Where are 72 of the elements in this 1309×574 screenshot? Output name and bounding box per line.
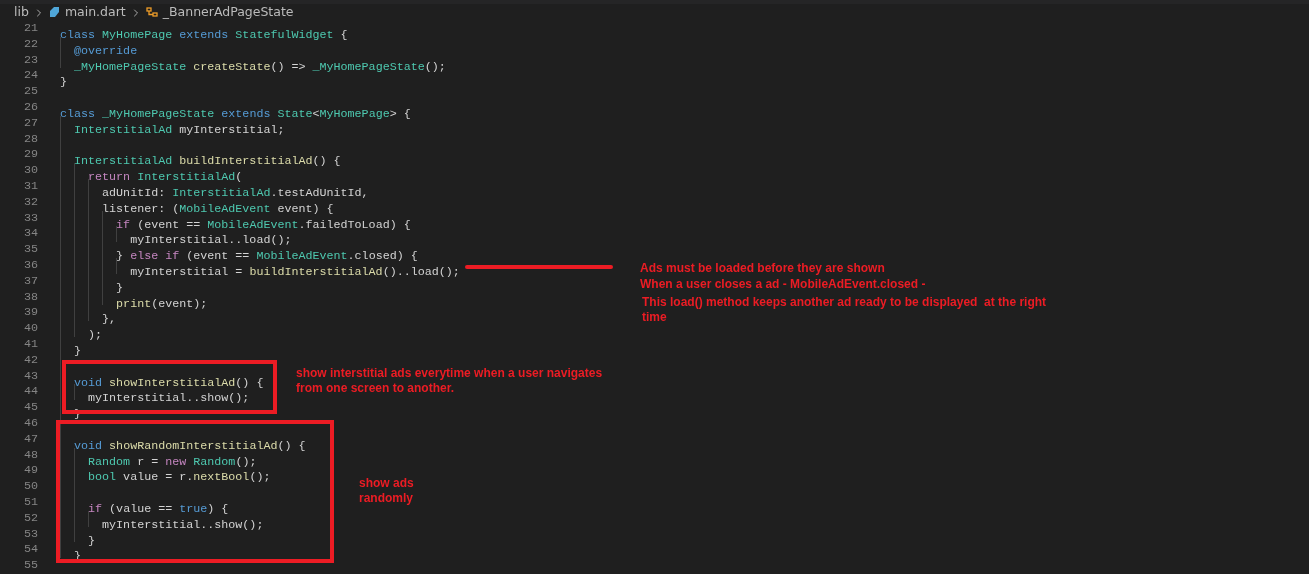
line-number: 38	[23, 289, 38, 306]
code-line: myInterstitial..load();	[129, 233, 292, 248]
line-number: 49	[23, 463, 38, 480]
line-number: 40	[23, 321, 38, 337]
code-line: if (value == true) {	[87, 501, 229, 516]
line-number: 37	[23, 273, 38, 290]
line-number: 42	[23, 352, 38, 369]
line-number: 44	[23, 384, 38, 401]
annotation-note: When a user closes a ad - MobileAdEvent.closed -	[640, 277, 926, 292]
line-number: 31	[23, 178, 38, 195]
breadcrumb-folder[interactable]: lib	[14, 3, 29, 22]
code-line: class _MyHomePageState extends State<MyHomePage> {	[60, 107, 411, 121]
code-line: myInterstitial..show();	[87, 391, 250, 406]
code-line: if (event == MobileAdEvent.failedToLoad) {	[115, 217, 411, 232]
line-number: 39	[23, 305, 38, 322]
line-number: 43	[23, 368, 38, 385]
line-number: 26	[23, 100, 38, 116]
code-line: void showRandomInterstitialAd() {	[73, 438, 306, 453]
line-number: 25	[23, 84, 38, 100]
line-number: 34	[23, 226, 38, 243]
code-line: } else if (event == MobileAdEvent.closed) {	[115, 249, 418, 264]
code-line: _MyHomePageState createState() => _MyHomePageState();	[73, 59, 446, 74]
line-number: 51	[23, 494, 38, 511]
line-number: 52	[23, 510, 38, 527]
code-line: InterstitialAd myInterstitial;	[73, 122, 285, 137]
code-line: @override	[73, 43, 138, 58]
annotation-note: show interstitial ads everytime when a user navigates from one screen to another.	[296, 366, 604, 396]
code-line: myInterstitial = buildInterstitialAd()..load();	[129, 264, 460, 279]
code-line: Random r = new Random();	[87, 454, 257, 469]
annotation-note: show ads randomly	[359, 476, 415, 506]
annotation-note: This load() method keeps another ad ready to be displayed at the right time	[642, 295, 1048, 325]
code-line: myInterstitial..show();	[101, 517, 264, 532]
line-number: 30	[23, 163, 38, 179]
line-number: 22	[23, 36, 38, 53]
breadcrumb-file[interactable]: main.dart	[64, 3, 126, 22]
line-number: 48	[23, 447, 38, 464]
code-line: InterstitialAd buildInterstitialAd() {	[73, 154, 341, 169]
line-number: 36	[23, 257, 38, 274]
code-line: listener: (MobileAdEvent event) {	[101, 201, 334, 216]
line-number: 27	[23, 115, 38, 132]
line-number: 35	[23, 242, 38, 258]
line-number: 32	[23, 194, 38, 211]
line-number: 45	[23, 400, 38, 416]
code-line: },	[101, 312, 117, 327]
line-number: 46	[23, 415, 38, 432]
line-number: 54	[23, 542, 38, 559]
line-number: 24	[23, 68, 38, 85]
class-symbol-icon	[145, 7, 158, 18]
code-line: }	[115, 280, 124, 295]
line-number: 55	[23, 558, 38, 574]
code-line: }	[87, 533, 96, 548]
code-line: return InterstitialAd(	[87, 170, 243, 185]
line-number: 29	[23, 147, 38, 164]
code-line: );	[87, 328, 103, 343]
code-line: adUnitId: InterstitialAd.testAdUnitId,	[101, 185, 369, 200]
breadcrumb-symbol[interactable]: _BannerAdPageState	[162, 3, 294, 22]
line-number: 33	[23, 210, 38, 227]
code-line: class MyHomePage extends StatefulWidget {	[60, 28, 348, 42]
line-number: 50	[23, 479, 38, 495]
code-line: }	[73, 343, 82, 358]
line-number: 41	[23, 336, 38, 353]
code-line: print(event);	[115, 296, 208, 311]
line-number: 21	[23, 21, 38, 37]
code-line: }	[60, 75, 67, 90]
dart-file-icon	[48, 7, 60, 18]
line-number: 53	[23, 526, 38, 543]
line-number: 28	[23, 131, 38, 148]
line-number: 47	[23, 431, 38, 448]
line-number: 23	[23, 52, 38, 69]
code-line: void showInterstitialAd() {	[73, 375, 264, 390]
code-line: bool value = r.nextBool();	[87, 470, 271, 485]
annotation-note: Ads must be loaded before they are shown	[640, 261, 885, 276]
